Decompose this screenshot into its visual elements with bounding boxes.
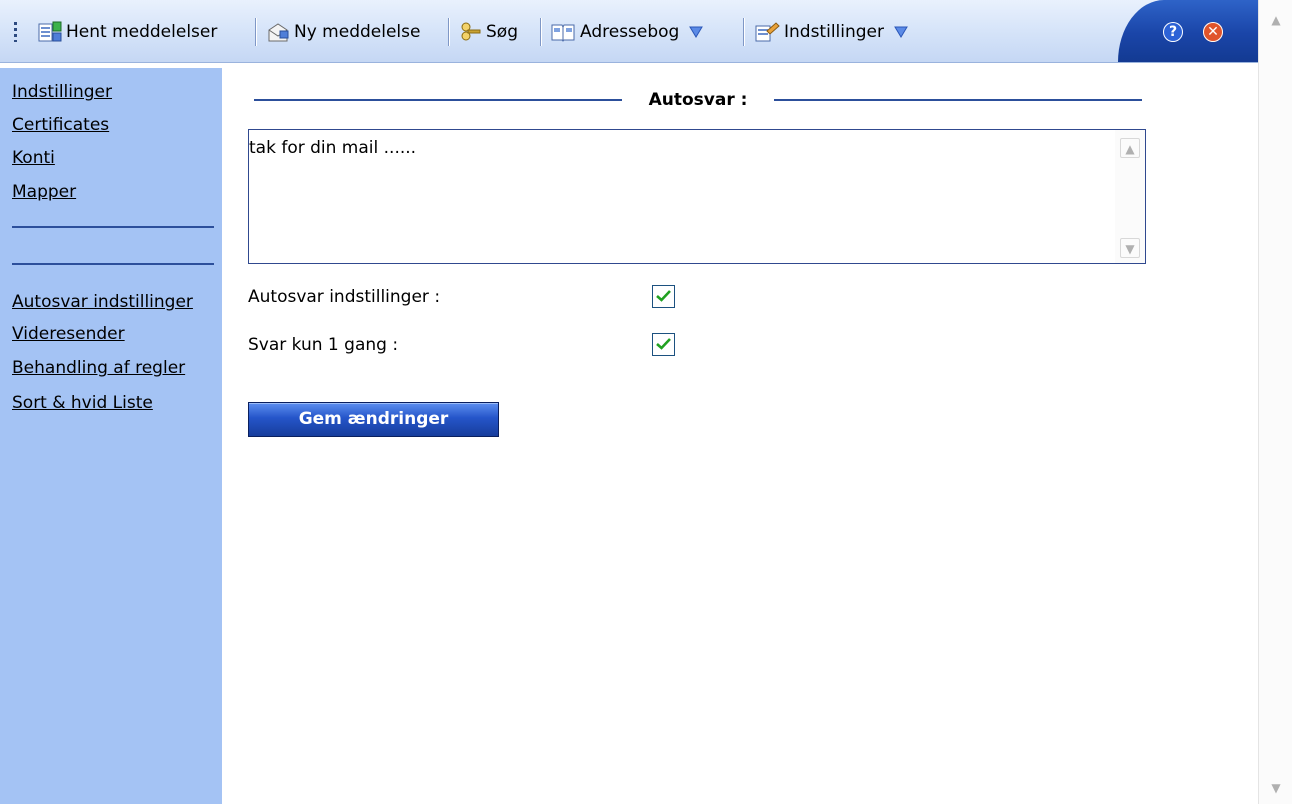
autoreply-checkbox[interactable] (652, 285, 675, 308)
settings-button[interactable]: Indstillinger (754, 20, 908, 44)
inbox-icon (38, 21, 62, 43)
sidebar-item-autoreply-settings[interactable]: Autosvar indstillinger (12, 292, 193, 312)
section-title: Autosvar : (642, 90, 754, 110)
toolbar-grip[interactable] (14, 22, 17, 42)
toolbar: Hent meddelelser Ny meddelelse Søg Adres… (0, 0, 1258, 63)
sidebar-item-forwarding[interactable]: Videresender (12, 324, 125, 344)
sidebar-item-settings[interactable]: Indstillinger (12, 82, 112, 102)
sidebar-item-accounts[interactable]: Konti (12, 148, 55, 168)
get-messages-label: Hent meddelelser (66, 22, 218, 42)
sidebar-item-certificates[interactable]: Certificates (12, 115, 109, 135)
address-book-icon (550, 21, 576, 43)
checkmark-icon (656, 335, 671, 354)
sidebar-item-rules[interactable]: Behandling af regler (12, 358, 185, 378)
settings-dropdown-icon[interactable] (894, 26, 908, 38)
new-message-icon (266, 21, 290, 43)
page-scrollbar[interactable]: ▲ ▼ (1258, 0, 1292, 804)
reply-once-label: Svar kun 1 gang : (248, 335, 399, 355)
section-header: Autosvar : (254, 88, 1142, 112)
search-icon (458, 21, 482, 43)
autoreply-message-input[interactable]: tak for din mail ...... (249, 130, 1113, 271)
help-icon[interactable]: ? (1163, 22, 1183, 42)
reply-once-checkbox[interactable] (652, 333, 675, 356)
sidebar: Indstillinger Certificates Konti Mapper … (0, 68, 222, 804)
address-book-button[interactable]: Adressebog (550, 20, 704, 44)
scroll-down-icon[interactable]: ▼ (1267, 778, 1285, 798)
sidebar-item-folders[interactable]: Mapper (12, 182, 76, 202)
address-book-dropdown-icon[interactable] (689, 26, 704, 38)
get-messages-button[interactable]: Hent meddelelser (38, 20, 217, 44)
checkmark-icon (656, 287, 671, 306)
address-book-label: Adressebog (580, 22, 680, 42)
toolbar-separator (540, 18, 542, 46)
sidebar-divider (12, 263, 214, 265)
toolbar-separator (743, 18, 745, 46)
scroll-up-icon[interactable]: ▲ (1267, 10, 1285, 30)
settings-label: Indstillinger (784, 22, 885, 42)
search-button[interactable]: Søg (458, 20, 518, 44)
autoreply-settings-label: Autosvar indstillinger : (248, 287, 441, 307)
save-changes-button[interactable]: Gem ændringer (248, 402, 499, 437)
toolbar-separator (448, 18, 450, 46)
new-message-button[interactable]: Ny meddelelse (266, 20, 420, 44)
scroll-up-icon[interactable]: ▲ (1120, 138, 1140, 158)
new-message-label: Ny meddelelse (294, 22, 421, 42)
scroll-down-icon[interactable]: ▼ (1120, 238, 1140, 258)
settings-icon (754, 21, 780, 43)
sidebar-item-black-white-list[interactable]: Sort & hvid Liste (12, 393, 153, 413)
toolbar-separator (255, 18, 257, 46)
close-icon[interactable]: ✕ (1203, 22, 1223, 42)
sidebar-divider (12, 226, 214, 228)
search-label: Søg (486, 22, 518, 42)
message-scrollbar[interactable]: ▲ ▼ (1115, 130, 1145, 263)
autoreply-message-box: tak for din mail ...... ▲ ▼ (248, 129, 1146, 271)
toolbar-end-panel (1118, 0, 1258, 62)
